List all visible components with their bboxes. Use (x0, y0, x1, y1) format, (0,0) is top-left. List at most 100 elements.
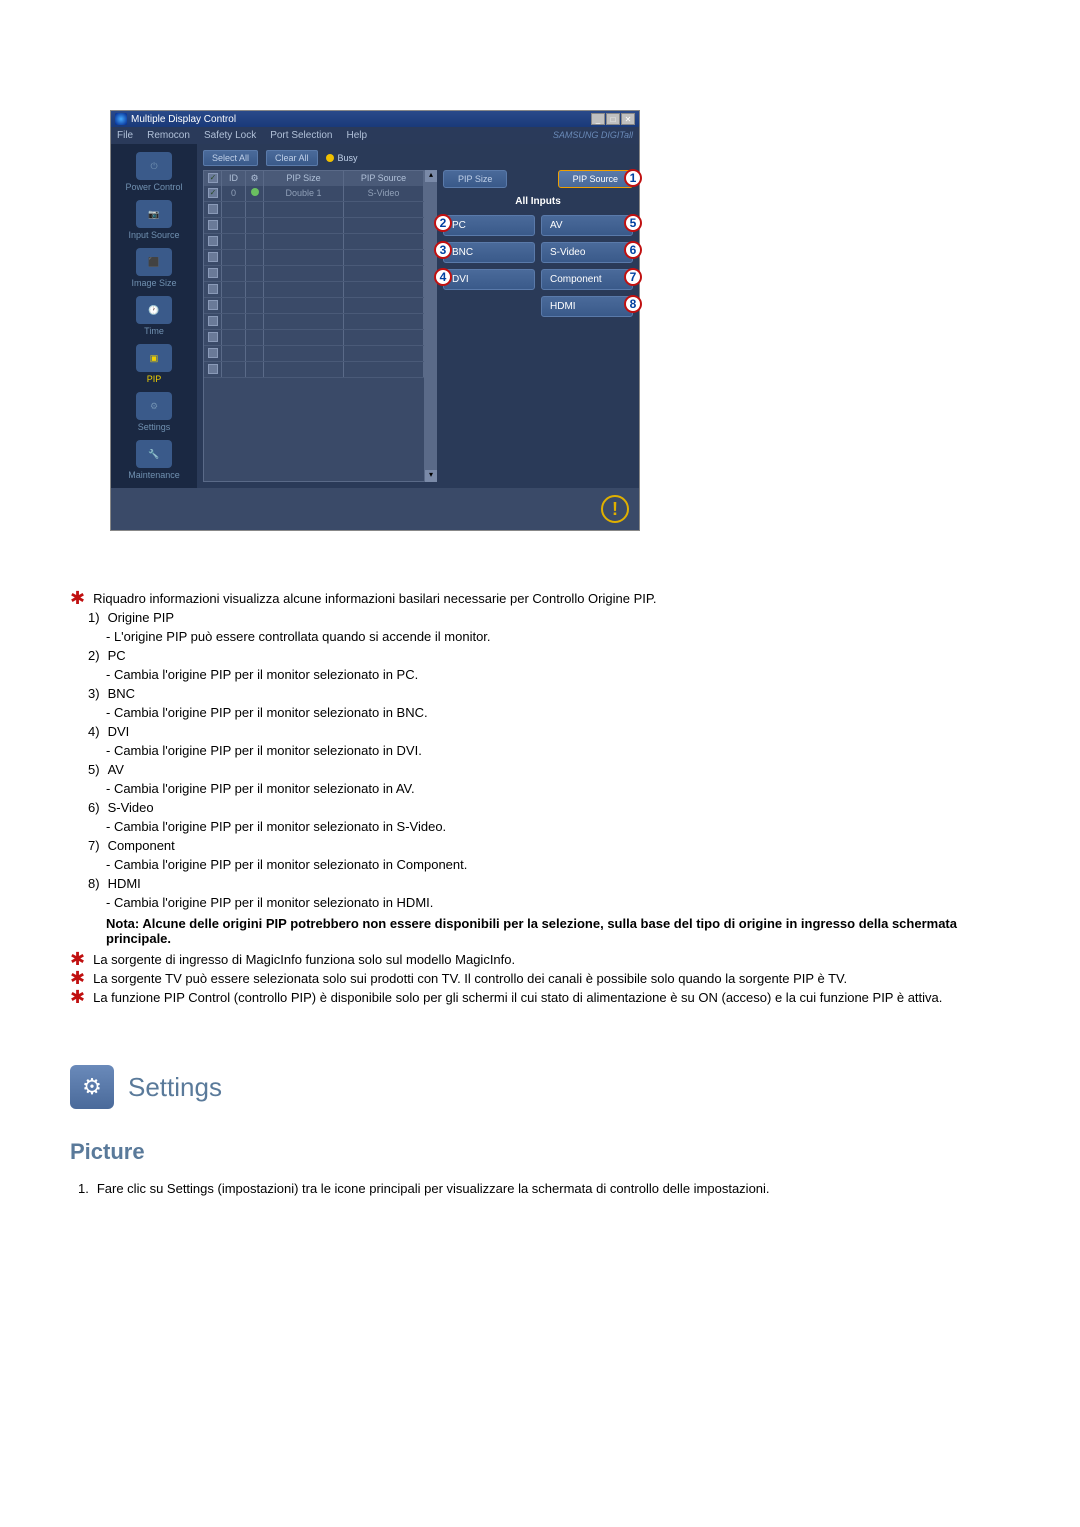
input-av[interactable]: AV 5 (541, 215, 633, 236)
item-title: Origine PIP (108, 610, 174, 625)
right-panel: PIP Size PIP Source 1 All Inputs PC 2 (443, 170, 633, 482)
item-num: 7) (88, 838, 100, 853)
settings-icon: ⚙ (70, 1065, 114, 1109)
callout-8: 8 (624, 295, 642, 313)
pip-source-button[interactable]: PIP Source 1 (558, 170, 633, 188)
busy-dot-icon (326, 154, 334, 162)
header-checkbox[interactable] (208, 173, 218, 183)
pip-icon: ▣ (136, 344, 172, 372)
item-title: S-Video (108, 800, 154, 815)
row-checkbox[interactable] (208, 300, 218, 310)
menu-help[interactable]: Help (346, 130, 367, 141)
star-text: La funzione PIP Control (controllo PIP) … (93, 990, 942, 1005)
main-area: Select All Clear All Busy ID ⚙ PIP Size (197, 144, 639, 488)
item-title: HDMI (108, 876, 141, 891)
row-checkbox[interactable] (208, 316, 218, 326)
row-checkbox[interactable] (208, 268, 218, 278)
picture-item-num: 1. (78, 1181, 89, 1196)
table-row[interactable] (204, 250, 424, 266)
app-icon (115, 113, 127, 125)
row-checkbox[interactable] (208, 188, 218, 198)
item-num: 5) (88, 762, 100, 777)
sidebar-item-input-source[interactable]: 📷 Input Source (115, 200, 193, 240)
input-bnc[interactable]: BNC 3 (443, 242, 535, 263)
app-window: Multiple Display Control _ □ ✕ File Remo… (110, 110, 640, 531)
item-desc: - Cambia l'origine PIP per il monitor se… (106, 895, 1010, 910)
row-checkbox[interactable] (208, 364, 218, 374)
row-pip-source: S-Video (344, 186, 424, 201)
sidebar-item-settings[interactable]: ⚙ Settings (115, 392, 193, 432)
row-checkbox[interactable] (208, 252, 218, 262)
input-pc[interactable]: PC 2 (443, 215, 535, 236)
clear-all-button[interactable]: Clear All (266, 150, 318, 166)
pip-size-button[interactable]: PIP Size (443, 170, 507, 188)
col-pip-size: PIP Size (264, 171, 344, 186)
table-row[interactable] (204, 330, 424, 346)
menu-safety-lock[interactable]: Safety Lock (204, 130, 256, 141)
sidebar-item-maintenance[interactable]: 🔧 Maintenance (115, 440, 193, 480)
item-desc: - Cambia l'origine PIP per il monitor se… (106, 857, 1010, 872)
close-button[interactable]: ✕ (621, 113, 635, 125)
table-row[interactable]: 0 Double 1 S-Video (204, 186, 424, 202)
busy-indicator: Busy (326, 153, 358, 163)
minimize-button[interactable]: _ (591, 113, 605, 125)
row-checkbox[interactable] (208, 220, 218, 230)
maintenance-icon: 🔧 (136, 440, 172, 468)
menu-port-selection[interactable]: Port Selection (270, 130, 332, 141)
star-icon: ✱ (70, 990, 85, 1004)
picture-item-text: Fare clic su Settings (impostazioni) tra… (97, 1181, 770, 1196)
col-status-icon: ⚙ (246, 171, 264, 186)
menu-remocon[interactable]: Remocon (147, 130, 190, 141)
input-hdmi[interactable]: HDMI 8 (541, 296, 633, 317)
data-table: ID ⚙ PIP Size PIP Source 0 Double 1 (203, 170, 425, 482)
row-checkbox[interactable] (208, 204, 218, 214)
sidebar-item-pip[interactable]: ▣ PIP (115, 344, 193, 384)
sidebar-item-time[interactable]: 🕐 Time (115, 296, 193, 336)
sidebar-label: Time (115, 326, 193, 336)
status-dot-icon (251, 188, 259, 196)
star-icon: ✱ (70, 971, 85, 985)
table-row[interactable] (204, 202, 424, 218)
input-svideo[interactable]: S-Video 6 (541, 242, 633, 263)
table-row[interactable] (204, 218, 424, 234)
row-checkbox[interactable] (208, 236, 218, 246)
item-desc: - Cambia l'origine PIP per il monitor se… (106, 705, 1010, 720)
item-num: 1) (88, 610, 100, 625)
row-checkbox[interactable] (208, 332, 218, 342)
item-title: PC (108, 648, 126, 663)
star-icon: ✱ (70, 591, 85, 605)
callout-7: 7 (624, 268, 642, 286)
item-num: 4) (88, 724, 100, 739)
star-text: La sorgente di ingresso di MagicInfo fun… (93, 952, 515, 967)
sidebar-item-image-size[interactable]: ⬛ Image Size (115, 248, 193, 288)
table-row[interactable] (204, 298, 424, 314)
item-desc: - L'origine PIP può essere controllata q… (106, 629, 1010, 644)
table-row[interactable] (204, 314, 424, 330)
sidebar-item-power-control[interactable]: ⏻ Power Control (115, 152, 193, 192)
sidebar: ⏻ Power Control 📷 Input Source ⬛ Image S… (111, 144, 197, 488)
item-title: BNC (108, 686, 135, 701)
select-all-button[interactable]: Select All (203, 150, 258, 166)
scroll-down-icon[interactable]: ▾ (425, 470, 437, 482)
row-checkbox[interactable] (208, 348, 218, 358)
inputs-grid: PC 2 AV 5 BNC 3 S-Video (443, 215, 633, 317)
table-row[interactable] (204, 234, 424, 250)
row-checkbox[interactable] (208, 284, 218, 294)
size-icon: ⬛ (136, 248, 172, 276)
sidebar-label: Maintenance (115, 470, 193, 480)
table-row[interactable] (204, 282, 424, 298)
picture-item: 1. Fare clic su Settings (impostazioni) … (78, 1181, 1020, 1196)
scroll-up-icon[interactable]: ▴ (425, 170, 437, 182)
item-desc: - Cambia l'origine PIP per il monitor se… (106, 781, 1010, 796)
input-component[interactable]: Component 7 (541, 269, 633, 290)
menu-file[interactable]: File (117, 130, 133, 141)
table-row[interactable] (204, 266, 424, 282)
toolbar: Select All Clear All Busy (203, 150, 633, 166)
maximize-button[interactable]: □ (606, 113, 620, 125)
input-dvi[interactable]: DVI 4 (443, 269, 535, 290)
item-num: 6) (88, 800, 100, 815)
table-row[interactable] (204, 362, 424, 378)
table-row[interactable] (204, 346, 424, 362)
busy-label: Busy (338, 153, 358, 163)
item-title: AV (108, 762, 124, 777)
